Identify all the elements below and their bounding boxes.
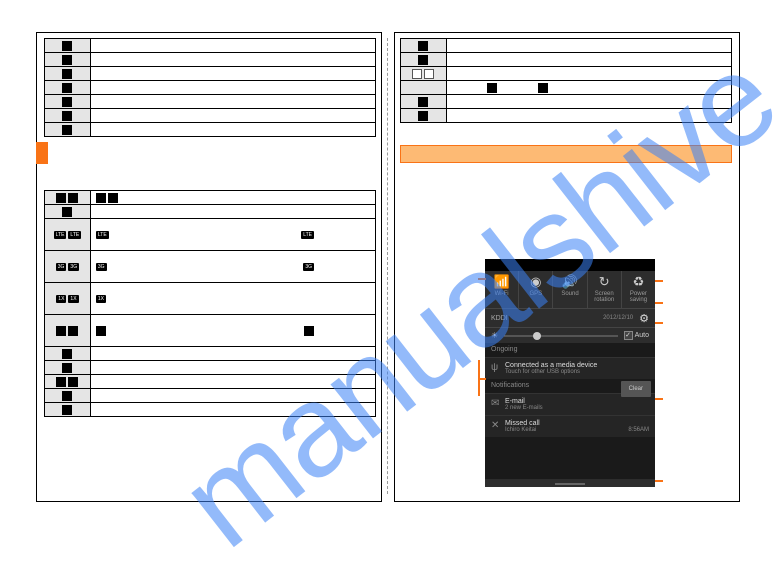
auto-label: Auto [635,332,649,339]
toggle-screen-rotation[interactable]: ↻Screen rotation [588,271,622,308]
box1-icon [412,69,422,79]
net-tag: 3G [96,263,107,271]
toggle-label: Power saving [630,291,647,303]
wifi-small-icon [96,326,106,336]
bt-icon [62,349,72,359]
usb-icon: ψ [491,362,505,375]
brightness-slider[interactable] [504,335,617,337]
net-tag: 3G [56,263,67,271]
notif-sub: Ichiro Keitai [505,427,628,433]
battery-bars-icon [62,41,72,51]
toggle-icon: ◉ [519,274,552,290]
toggle-label: Screen rotation [594,291,614,303]
phone-status-bar [485,259,655,271]
ongoing-title: Connected as a media device [505,362,649,369]
toggle-icon: ↻ [588,274,621,290]
document-icon [62,125,72,135]
airplane-icon [62,391,72,401]
net-tag: 3G [303,263,314,271]
callout-line [655,322,663,324]
section-tab [36,142,48,164]
net-tag: LTE [96,231,109,239]
date-label: 2012/12/10 [603,315,633,321]
toggle-gps[interactable]: ◉GPS [519,271,553,308]
no-signal-icon [68,193,78,203]
signal-icon [56,193,66,203]
callout-line [655,398,663,400]
icon-table-1 [44,38,376,137]
toggle-icon: ♻ [622,274,655,290]
auto-checkbox[interactable]: ✓ [624,331,633,340]
icon-table-3 [400,38,732,123]
notif-title: E-mail [505,398,649,405]
phone-info-row: KDDI 2012/12/10 ⚙ [485,309,655,327]
call-icon [418,41,428,51]
drag-handle[interactable] [555,483,585,485]
net-tag: 1X [56,295,66,303]
net-tag: LTE [68,231,81,239]
share-icon [418,111,428,121]
sync-icon [62,111,72,121]
notif-title: Missed call [505,420,628,427]
ongoing-header: Ongoing [485,343,655,357]
notif-icon: ✕ [491,420,505,433]
sig-small-icon [62,207,72,217]
circle-icon [108,193,118,203]
notif-icon: ✉ [491,398,505,411]
quick-toggles: 📶Wi-Fi◉GPS🔊Sound↻Screen rotation♻Power s… [485,271,655,309]
camera-roll-icon [62,83,72,93]
mute-icon [62,363,72,373]
ongoing-sub: Touch for other USB options [505,369,649,375]
sdcard-icon [62,97,72,107]
net-tag: LTE [301,231,314,239]
clear-button[interactable]: Clear [621,381,651,397]
toggle-label: Wi-Fi [495,291,509,297]
phone-bottom-bar [485,479,655,487]
notification-item[interactable]: ✕Missed callIchiro Keitai8:56AM [485,415,655,437]
toggle-label: GPS [529,291,542,297]
ongoing-item[interactable]: ψ Connected as a media device Touch for … [485,357,655,379]
msg-icon [418,97,428,107]
toggle-icon: 📶 [485,274,518,290]
callout-line [655,302,663,304]
wifi-icon [56,326,66,336]
icon-table-2: LTELTELTELTE3G3G3G3G1X1X1X [44,190,376,417]
carrier-label: KDDI [491,315,603,322]
phone-screenshot: 📶Wi-Fi◉GPS🔊Sound↻Screen rotation♻Power s… [485,259,655,487]
callout-line [655,480,663,482]
brightness-row: ☀ ✓ Auto [485,327,655,343]
toggle-icon: 🔊 [553,274,586,290]
net-tag: 3G [68,263,79,271]
box-a-icon [487,83,497,93]
page-divider [387,38,388,494]
signal-mid-icon [96,193,106,203]
alarm-icon [62,55,72,65]
note-highlight-box [400,145,732,163]
globe2-icon [68,377,78,387]
notif-time: 8:56AM [628,427,649,433]
callout-line [478,360,480,396]
brightness-icon: ☀ [491,331,498,340]
wifi-qs-icon [68,326,78,336]
headphone-icon [62,69,72,79]
box-b-icon [538,83,548,93]
callout-line [655,280,663,282]
net-tag: 1X [96,295,106,303]
notif-header-text: Notifications [491,382,529,389]
settings-gear-icon[interactable]: ⚙ [639,312,649,325]
notif-sub: 2 new E-mails [505,405,649,411]
call-fwd-icon [418,55,428,65]
box2-icon [424,69,434,79]
toggle-sound[interactable]: 🔊Sound [553,271,587,308]
callout-line [478,278,486,280]
toggle-wi-fi[interactable]: 📶Wi-Fi [485,271,519,308]
toggle-power-saving[interactable]: ♻Power saving [622,271,655,308]
location-icon [62,405,72,415]
wifi-box-icon [304,326,314,336]
notifications-header: Notifications Clear [485,379,655,393]
toggle-label: Sound [561,291,578,297]
globe-icon [56,377,66,387]
net-tag: 1X [68,295,78,303]
net-tag: LTE [54,231,67,239]
